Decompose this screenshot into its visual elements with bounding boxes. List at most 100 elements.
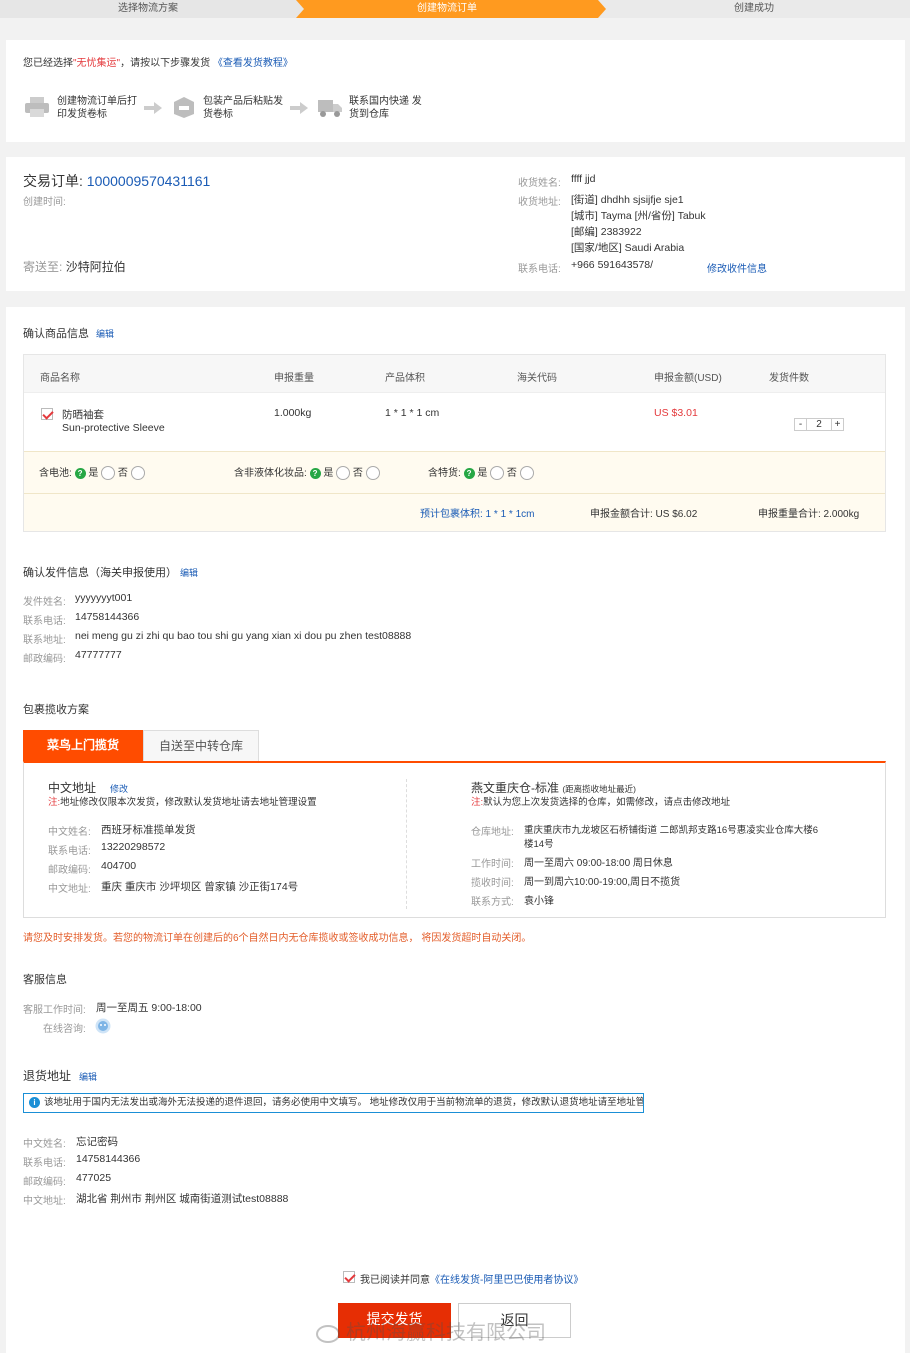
agree-checkbox[interactable] [343,1271,355,1283]
wh-contact: 袁小锋 [524,896,554,907]
warehouse-note: 注:默认为您上次发货选择的仓库，如需修改，请点击修改地址 [471,797,731,808]
products-title: 确认商品信息 [23,328,89,340]
pickup-name: 西班牙标准揽单发货 [101,824,196,836]
col-amount: 申报金额(USD) [654,373,722,384]
products-edit-link[interactable]: 编辑 [96,327,114,340]
recipient-name: ffff jjd [571,173,596,185]
pickup-addr-label: 中文地址: [48,884,91,895]
qty-minus-button[interactable]: - [794,418,807,431]
pickup-zip-label: 邮政编码: [48,865,91,876]
battery-option: 含电池: ? 是 否 [39,464,145,481]
product-amount: US $3.01 [654,407,698,419]
est-volume: 预计包裹体积: 1 * 1 * 1cm [420,509,535,520]
sender-title: 确认发件信息（海关申报使用） [23,567,177,579]
arrow-right-icon [144,102,162,114]
chat-icon[interactable] [94,1017,112,1035]
pickup-phone-label: 联系电话: [48,846,91,857]
qty-input[interactable]: 2 [807,418,831,431]
printer-icon [25,97,49,117]
sender-name: yyyyyyyt001 [75,592,133,604]
return-zip: 477025 [76,1172,112,1184]
product-name-en: Sun-protective Sleeve [62,422,165,434]
agreement-link[interactable]: 《在线发货-阿里巴巴使用者协议》 [430,1275,583,1286]
sender-name-label: 发件姓名: [23,597,66,608]
wh-addr-2: 楼14号 [524,839,554,850]
liquid-no-radio[interactable] [365,466,380,481]
wh-hours: 周一至周六 09:00-18:00 周日休息 [524,858,673,869]
step-create-order: 创建物流订单 [296,0,598,18]
return-name: 忘记密码 [76,1136,118,1148]
step-select-logistics: 选择物流方案 [0,0,296,18]
weibo-icon [316,1324,340,1343]
col-hs-code: 海关代码 [517,373,557,384]
liquid-yes-radio[interactable] [336,466,351,481]
wh-addr-label: 仓库地址: [471,827,514,838]
product-attributes: 含电池: ? 是 否 含非液体化妆品: ? 是 否 含特货: ? 是 否 预计包… [24,451,885,531]
modify-recipient-link[interactable]: 修改收件信息 [707,260,767,275]
tutorial-link[interactable]: 《查看发货教程》 [213,58,293,69]
product-checkbox[interactable] [41,408,53,420]
order-number-row: 交易订单: 1000009570431161 [23,173,211,189]
watermark: 杭州海赢科技有限公司 [316,1316,546,1345]
help-icon[interactable]: ? [463,467,475,479]
intro-text: 您已经选择"无忧集运"，请按以下步骤发货 《查看发货教程》 [23,58,293,69]
recipient-phone: +966 591643578/ [571,259,654,271]
pickup-note: 注:地址修改仅限本次发货，修改默认发货地址请去地址管理设置 [48,797,317,808]
wh-contact-label: 联系方式: [471,897,514,908]
col-name: 商品名称 [40,373,80,384]
return-phone: 14758144366 [76,1153,141,1165]
tab-door-pickup[interactable]: 菜鸟上门揽货 [23,730,143,761]
return-edit-link[interactable]: 编辑 [79,1070,97,1083]
wh-collect-label: 揽收时间: [471,878,514,889]
step1-text: 创建物流订单后打印发货卷标 [57,96,137,120]
recipient-phone-label: 联系电话: [518,264,561,275]
pickup-phone: 13220298572 [101,841,166,853]
agree-text: 我已阅读并同意《在线发货-阿里巴巴使用者协议》 [360,1275,584,1286]
return-notice: i 该地址用于国内无法发出或海外无法投递的退件退回，请务必使用中文填写。 地址修… [23,1093,644,1113]
pickup-zip: 404700 [101,860,137,872]
sender-zip-label: 邮政编码: [23,654,66,665]
battery-yes-radio[interactable] [101,466,116,481]
service-title: 客服信息 [23,974,67,986]
special-option: 含特货: ? 是 否 [428,464,534,481]
truck-icon [318,100,342,117]
return-addr-label: 中文地址: [23,1196,66,1207]
return-name-label: 中文姓名: [23,1139,66,1150]
address-line: [国家/地区] Saudi Arabia [571,242,685,254]
special-yes-radio[interactable] [490,466,505,481]
products-table: 商品名称 申报重量 产品体积 海关代码 申报金额(USD) 发货件数 防晒袖套 … [23,354,886,532]
sender-edit-link[interactable]: 编辑 [180,566,198,579]
sender-phone-label: 联系电话: [23,616,66,627]
address-line: [街道] dhdhh sjsijfje sje1 [571,194,684,206]
step-success: 创建成功 [598,0,910,18]
service-name: "无忧集运" [73,58,121,69]
help-icon[interactable]: ? [309,467,321,479]
order-number-link[interactable]: 1000009570431161 [87,173,211,189]
pickup-addr: 重庆 重庆市 沙坪坝区 曾家镇 沙正街174号 [101,881,299,893]
ship-to: 寄送至: 沙特阿拉伯 [23,260,126,274]
special-no-radio[interactable] [519,466,534,481]
sender-phone: 14758144366 [75,611,140,623]
created-time-label: 创建时间: [23,197,66,208]
step-arrow [296,0,304,18]
tab-self-delivery[interactable]: 自送至中转仓库 [143,730,259,761]
pickup-box: 中文地址 修改 注:地址修改仅限本次发货，修改默认发货地址请去地址管理设置 中文… [23,761,886,918]
sender-address-label: 联系地址: [23,635,66,646]
battery-no-radio[interactable] [130,466,145,481]
col-weight: 申报重量 [274,373,314,384]
service-hours-label: 客服工作时间: [23,1005,86,1016]
divider [24,493,885,494]
divider [406,779,407,909]
help-icon[interactable]: ? [74,467,86,479]
product-volume: 1 * 1 * 1 cm [385,407,440,419]
quantity-stepper: -2 + [794,418,844,431]
qty-plus-button[interactable]: + [831,418,844,431]
service-hours: 周一至周五 9:00-18:00 [96,1002,202,1014]
return-zip-label: 邮政编码: [23,1177,66,1188]
return-title: 退货地址 [23,1069,72,1083]
wh-collect: 周一到周六10:00-19:00,周日不揽货 [524,877,681,888]
progress-steps: 选择物流方案 创建物流订单 创建成功 [0,0,910,18]
return-addr: 湖北省 荆州市 荆州区 城南街道测试test08888 [76,1193,289,1205]
recipient-address-label: 收货地址: [518,197,561,208]
liquid-option: 含非液体化妆品: ? 是 否 [234,464,380,481]
